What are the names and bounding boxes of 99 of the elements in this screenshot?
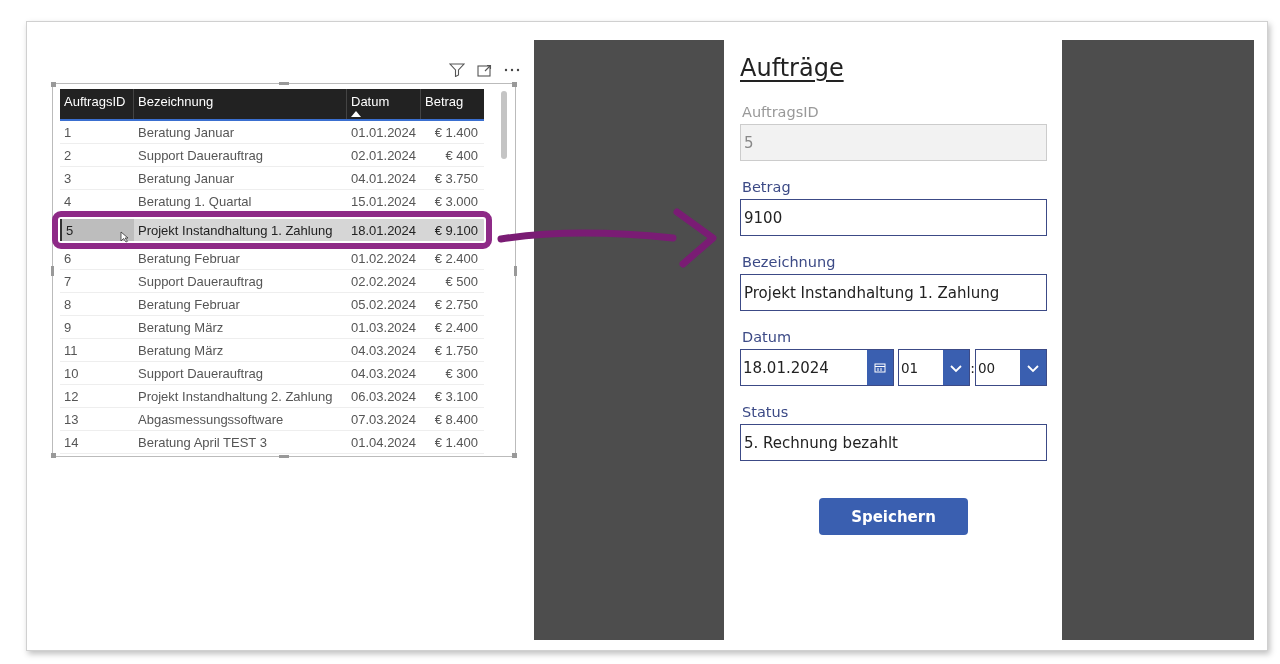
resize-handle[interactable] bbox=[279, 455, 289, 458]
table-cell-text: 04.01.2024 bbox=[350, 170, 418, 186]
mouse-pointer-icon bbox=[120, 231, 129, 243]
table-cell-text: Beratung April TEST 3 bbox=[137, 434, 268, 450]
table-cell-text: 10 bbox=[63, 365, 80, 381]
field-label: Betrag bbox=[742, 179, 792, 195]
column-header[interactable]: AuftragsID bbox=[60, 89, 134, 119]
table-row[interactable]: 12 Projekt Instandhaltung 2. Zahlung 06.03.2024 € 3.100 bbox=[60, 385, 484, 408]
field-label: Bezeichnung bbox=[742, 254, 837, 270]
table-cell-text: € 2.750 bbox=[433, 296, 479, 312]
resize-handle[interactable] bbox=[512, 453, 517, 458]
table-cell-text: Beratung 1. Quartal bbox=[137, 193, 253, 209]
table-cell-text: 07.03.2024 bbox=[350, 411, 418, 427]
table-cell-text: 18.01.2024 bbox=[350, 222, 418, 238]
table-cell-text: € 3.000 bbox=[433, 193, 479, 209]
table-cell-text: 06.03.2024 bbox=[350, 388, 418, 404]
table-cell-text: 7 bbox=[63, 273, 73, 289]
table-cell-text: Support Dauerauftrag bbox=[137, 147, 265, 163]
input-field[interactable]: 5. Rechnung bezahlt bbox=[740, 424, 1047, 461]
table-row[interactable]: 7 Support Dauerauftrag 02.02.2024 € 500 bbox=[60, 270, 484, 293]
table-cell-text: Projekt Instandhaltung 1. Zahlung bbox=[137, 222, 334, 238]
table-cell-text: € 3.750 bbox=[433, 170, 479, 186]
resize-handle[interactable] bbox=[279, 82, 289, 85]
table-cell-text: € 400 bbox=[444, 147, 479, 163]
table-cell-text: 6 bbox=[63, 250, 73, 266]
resize-handle[interactable] bbox=[51, 453, 56, 458]
table-cell-text: Beratung Februar bbox=[137, 296, 241, 312]
table-cell-text: € 1.750 bbox=[433, 342, 479, 358]
table-cell-text: € 9.100 bbox=[433, 222, 479, 238]
table-cell-text: 15.01.2024 bbox=[350, 193, 418, 209]
resize-handle[interactable] bbox=[514, 266, 517, 276]
table-cell-text: € 300 bbox=[444, 365, 479, 381]
table-cell-text: Projekt Instandhaltung 2. Zahlung bbox=[137, 388, 334, 404]
scrollbar[interactable] bbox=[501, 91, 507, 159]
resize-handle[interactable] bbox=[51, 266, 54, 276]
form-title: Aufträge bbox=[740, 54, 845, 82]
field-label: Datum bbox=[742, 329, 793, 345]
input-field[interactable]: Projekt Instandhaltung 1. Zahlung bbox=[740, 274, 1047, 311]
field-label: AuftragsID bbox=[742, 104, 820, 120]
column-header[interactable]: Datum bbox=[347, 89, 421, 119]
table-cell-text: 2 bbox=[63, 147, 73, 163]
table-row[interactable]: 8 Beratung Februar 05.02.2024 € 2.750 bbox=[60, 293, 484, 316]
filter-icon[interactable] bbox=[449, 63, 465, 77]
table-cell-text: Beratung Januar bbox=[137, 124, 236, 140]
table-cell-text: 12 bbox=[63, 388, 80, 404]
more-icon[interactable] bbox=[504, 68, 520, 72]
table-cell-text: 8 bbox=[63, 296, 73, 312]
table-cell-text: € 1.400 bbox=[433, 124, 479, 140]
table-row[interactable]: 6 Beratung Februar 01.02.2024 € 2.400 bbox=[60, 247, 484, 270]
table-cell-text: 01.04.2024 bbox=[350, 434, 418, 450]
table-cell-text: 04.03.2024 bbox=[350, 342, 418, 358]
table-cell-text: Support Dauerauftrag bbox=[137, 273, 265, 289]
table-cell-text: € 1.400 bbox=[433, 434, 479, 450]
table-cell-text: Beratung Januar bbox=[137, 170, 236, 186]
table-row[interactable]: 14 Beratung April TEST 3 01.04.2024 € 1.400 bbox=[60, 431, 484, 454]
table-cell-text: 01.02.2024 bbox=[350, 250, 418, 266]
table-cell-text: 11 bbox=[63, 342, 79, 358]
table-cell-text: Beratung Februar bbox=[137, 250, 241, 266]
table-cell-text: 1 bbox=[63, 124, 73, 140]
table-cell-text: 01.03.2024 bbox=[350, 319, 418, 335]
table-cell-text: 01.01.2024 bbox=[350, 124, 418, 140]
table-cell-text: 05.02.2024 bbox=[350, 296, 418, 312]
table-row[interactable]: 4 Beratung 1. Quartal 15.01.2024 € 3.000 bbox=[60, 190, 484, 213]
table-cell-text: 4 bbox=[63, 193, 73, 209]
table-row[interactable]: 9 Beratung März 01.03.2024 € 2.400 bbox=[60, 316, 484, 339]
table-cell-text: Beratung März bbox=[137, 342, 225, 358]
table-cell-text: € 8.400 bbox=[433, 411, 479, 427]
table-cell-text: € 3.100 bbox=[433, 388, 479, 404]
table-cell-text: € 2.400 bbox=[433, 319, 479, 335]
sort-ascending-icon bbox=[351, 111, 361, 117]
table-cell-text: Abgasmessungssoftware bbox=[137, 411, 285, 427]
time-separator: : bbox=[970, 359, 975, 376]
table-cell-text: 3 bbox=[63, 170, 73, 186]
resize-handle[interactable] bbox=[51, 82, 56, 87]
save-button[interactable]: Speichern bbox=[819, 498, 968, 535]
table-cell-text: 02.01.2024 bbox=[350, 147, 418, 163]
column-header[interactable]: Betrag bbox=[421, 89, 484, 119]
field-label: Status bbox=[742, 404, 790, 420]
table-cell-text: € 500 bbox=[444, 273, 479, 289]
column-header[interactable]: Bezeichnung bbox=[134, 89, 347, 119]
table-cell-text: 13 bbox=[63, 411, 80, 427]
table-cell-text: Support Dauerauftrag bbox=[137, 365, 265, 381]
table-row[interactable]: 3 Beratung Januar 04.01.2024 € 3.750 bbox=[60, 167, 484, 190]
table-cell-text: € 2.400 bbox=[433, 250, 479, 266]
table-cell-text: 04.03.2024 bbox=[350, 365, 418, 381]
table-cell-text: Beratung März bbox=[137, 319, 225, 335]
resize-handle[interactable] bbox=[512, 82, 517, 87]
expand-icon[interactable] bbox=[477, 63, 492, 77]
table-cell-text: 9 bbox=[63, 319, 73, 335]
table-cell: 5 bbox=[60, 219, 134, 241]
table-cell-text: 14 bbox=[63, 434, 80, 450]
table-cell-text: 02.02.2024 bbox=[350, 273, 418, 289]
table-row[interactable]: 2 Support Dauerauftrag 02.01.2024 € 400 bbox=[60, 144, 484, 167]
input-field[interactable]: 9100 bbox=[740, 199, 1047, 236]
table-row[interactable]: 11 Beratung März 04.03.2024 € 1.750 bbox=[60, 339, 484, 362]
input-field: 5 bbox=[740, 124, 1047, 161]
table-row[interactable]: 10 Support Dauerauftrag 04.03.2024 € 300 bbox=[60, 362, 484, 385]
table-row[interactable]: 1 Beratung Januar 01.01.2024 € 1.400 bbox=[60, 121, 484, 144]
table-row[interactable]: 13 Abgasmessungssoftware 07.03.2024 € 8.400 bbox=[60, 408, 484, 431]
